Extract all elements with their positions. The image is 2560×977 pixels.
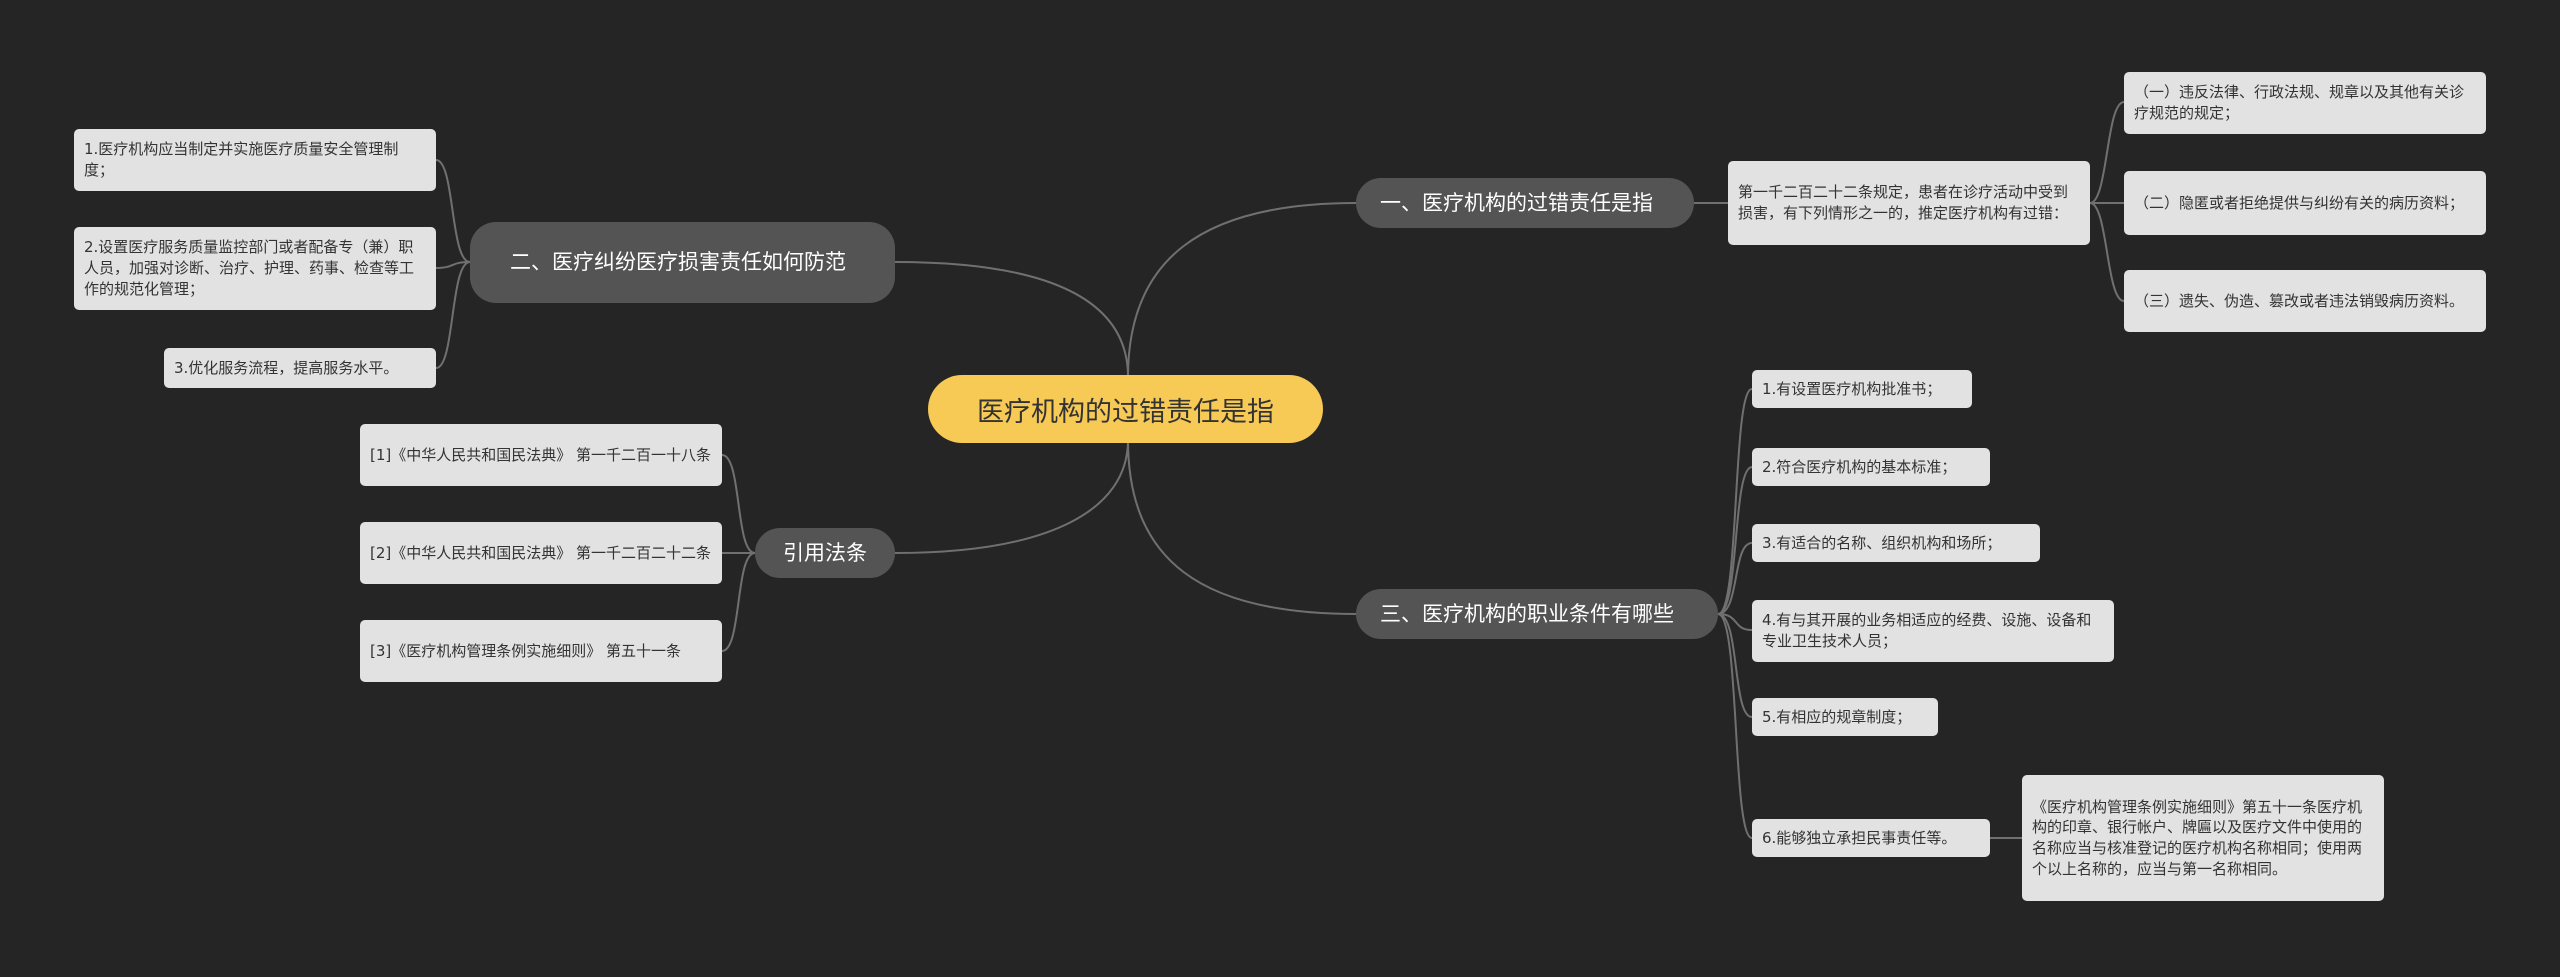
link-description-item1	[2089, 101, 2125, 204]
reference-item-1-text: [1]《中华人民共和国民法典》 第一千二百一十八条	[370, 445, 712, 464]
mind-map-canvas: 医疗机构的过错责任是指 一、医疗机构的过错责任是指 第一千二百二十二条规定，患者…	[0, 0, 2560, 977]
root-topic-label: 医疗机构的过错责任是指	[977, 396, 1274, 428]
branch-fault-liability[interactable]: 一、医疗机构的过错责任是指	[1356, 178, 1694, 228]
fault-item-2[interactable]: （二）隐匿或者拒绝提供与纠纷有关的病历资料；	[2124, 171, 2486, 235]
prevention-item-1[interactable]: 1.医疗机构应当制定并实施医疗质量安全管理制度；	[74, 129, 436, 191]
condition-item-4[interactable]: 4.有与其开展的业务相适应的经费、设施、设备和专业卫生技术人员；	[1752, 600, 2114, 662]
prevention-item-3-text: 3.优化服务流程，提高服务水平。	[174, 358, 399, 377]
branch-references-label: 引用法条	[783, 540, 867, 565]
condition-item-6-note[interactable]: 《医疗机构管理条例实施细则》第五十一条医疗机构的印章、银行帐户、牌匾以及医疗文件…	[2022, 775, 2384, 901]
reference-item-3[interactable]: [3]《医疗机构管理条例实施细则》 第五十一条	[360, 620, 722, 682]
condition-item-3[interactable]: 3.有适合的名称、组织机构和场所；	[1752, 524, 2040, 562]
link-references-item3	[721, 552, 756, 652]
branch-operating-conditions-label: 三、医疗机构的职业条件有哪些	[1380, 601, 1674, 626]
root-topic[interactable]: 医疗机构的过错责任是指	[928, 375, 1323, 443]
link-description-item3	[2089, 202, 2125, 302]
fault-item-2-text: （二）隐匿或者拒绝提供与纠纷有关的病历资料；	[2134, 193, 2465, 212]
condition-item-5[interactable]: 5.有相应的规章制度；	[1752, 698, 1938, 736]
branch-fault-liability-label: 一、医疗机构的过错责任是指	[1380, 190, 1653, 215]
fault-item-1-text: （一）违反法律、行政法规、规章以及其他有关诊疗规范的规定；	[2134, 83, 2465, 122]
reference-item-1[interactable]: [1]《中华人民共和国民法典》 第一千二百一十八条	[360, 424, 722, 486]
prevention-item-3[interactable]: 3.优化服务流程，提高服务水平。	[164, 348, 436, 388]
prevention-item-1-text: 1.医疗机构应当制定并实施医疗质量安全管理制度；	[84, 140, 399, 179]
branch-dispute-prevention[interactable]: 二、医疗纠纷医疗损害责任如何防范	[470, 222, 895, 303]
link-root-branch3	[1127, 439, 1357, 615]
fault-item-3[interactable]: （三）遗失、伪造、篡改或者违法销毁病历资料。	[2124, 270, 2486, 332]
branch-fault-liability-description-text: 第一千二百二十二条规定，患者在诊疗活动中受到损害，有下列情形之一的，推定医疗机构…	[1738, 183, 2069, 222]
fault-item-3-text: （三）遗失、伪造、篡改或者违法销毁病历资料。	[2134, 291, 2465, 310]
link-root-branch1	[1127, 202, 1357, 378]
condition-item-5-text: 5.有相应的规章制度；	[1762, 707, 1912, 726]
link-branch3-item6	[1717, 613, 1753, 839]
condition-item-3-text: 3.有适合的名称、组织机构和场所；	[1762, 533, 2002, 552]
condition-item-6[interactable]: 6.能够独立承担民事责任等。	[1752, 819, 1990, 857]
condition-item-2-text: 2.符合医疗机构的基本标准；	[1762, 457, 1957, 476]
branch-dispute-prevention-label: 二、医疗纠纷医疗损害责任如何防范	[510, 250, 846, 275]
reference-item-2-text: [2]《中华人民共和国民法典》 第一千二百二十二条	[370, 543, 712, 562]
branch-operating-conditions[interactable]: 三、医疗机构的职业条件有哪些	[1356, 589, 1718, 639]
link-branch2-item1	[435, 159, 471, 263]
branch-fault-liability-description[interactable]: 第一千二百二十二条规定，患者在诊疗活动中受到损害，有下列情形之一的，推定医疗机构…	[1728, 161, 2090, 245]
prevention-item-2-text: 2.设置医疗服务质量监控部门或者配备专（兼）职人员，加强对诊断、治疗、护理、药事…	[84, 238, 415, 298]
condition-item-6-text: 6.能够独立承担民事责任等。	[1762, 828, 1957, 847]
branch-references[interactable]: 引用法条	[755, 528, 895, 578]
reference-item-2[interactable]: [2]《中华人民共和国民法典》 第一千二百二十二条	[360, 522, 722, 584]
condition-item-4-text: 4.有与其开展的业务相适应的经费、设施、设备和专业卫生技术人员；	[1762, 611, 2092, 650]
link-root-references	[894, 439, 1129, 554]
condition-item-6-note-text: 《医疗机构管理条例实施细则》第五十一条医疗机构的印章、银行帐户、牌匾以及医疗文件…	[2032, 797, 2363, 878]
link-branch3-item2	[1717, 466, 1753, 615]
condition-item-2[interactable]: 2.符合医疗机构的基本标准；	[1752, 448, 1990, 486]
reference-item-3-text: [3]《医疗机构管理条例实施细则》 第五十一条	[370, 641, 682, 660]
fault-item-1[interactable]: （一）违反法律、行政法规、规章以及其他有关诊疗规范的规定；	[2124, 72, 2486, 134]
condition-item-1[interactable]: 1.有设置医疗机构批准书；	[1752, 370, 1972, 408]
condition-item-1-text: 1.有设置医疗机构批准书；	[1762, 379, 1942, 398]
link-root-branch2	[894, 261, 1129, 378]
link-references-item1	[721, 454, 756, 554]
link-branch2-item3	[435, 261, 471, 369]
prevention-item-2[interactable]: 2.设置医疗服务质量监控部门或者配备专（兼）职人员，加强对诊断、治疗、护理、药事…	[74, 227, 436, 310]
